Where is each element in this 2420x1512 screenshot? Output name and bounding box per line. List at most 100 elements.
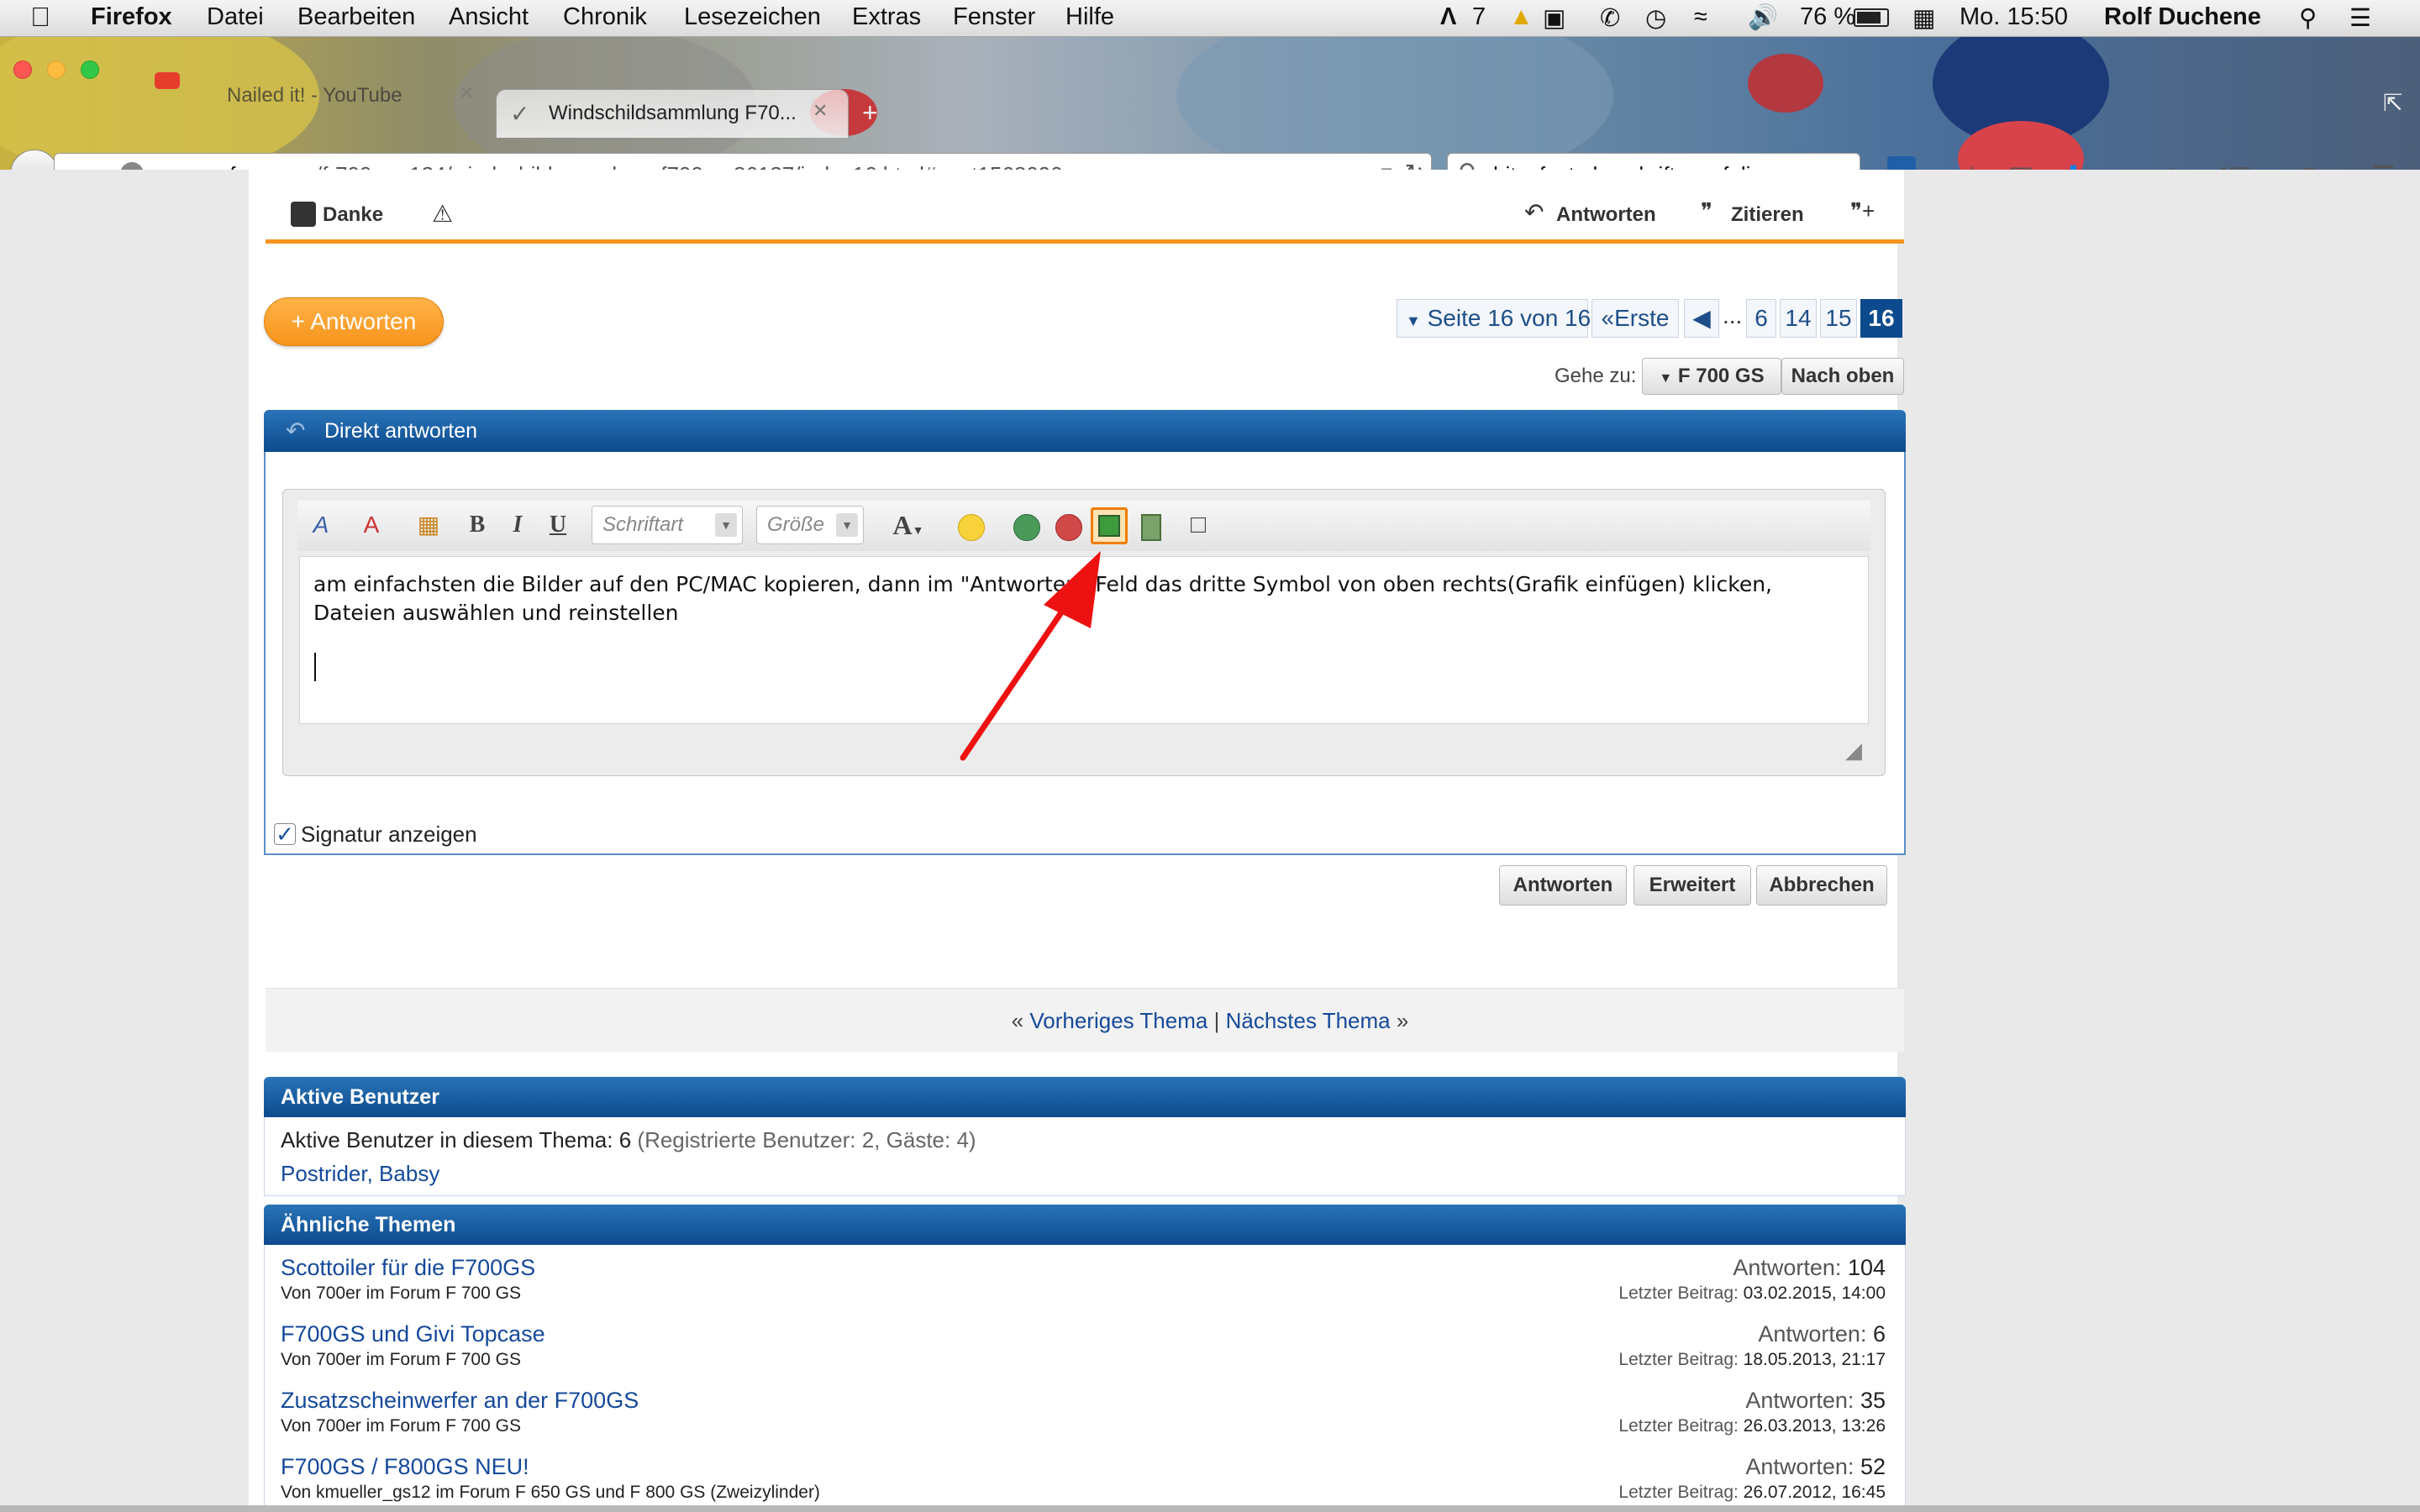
bookmark-star-icon[interactable]: ☆ [1960, 160, 1984, 170]
volume-icon[interactable]: 🔊 [1748, 3, 1778, 32]
insert-video-icon[interactable] [1141, 514, 1161, 541]
quote-icon[interactable]: □ [1181, 507, 1215, 543]
search-go-icon[interactable]: → [1828, 159, 1851, 170]
dropdown-arrow-icon: ▼ [1406, 312, 1421, 329]
font-size-select[interactable]: Größe ▼ [756, 506, 864, 544]
sync-icon[interactable]: ◉ [2297, 160, 2321, 170]
tab-overflow-icon[interactable]: ⇱ [2383, 89, 2402, 117]
remove-format-icon[interactable]: A [304, 507, 338, 543]
adobe-icon[interactable]: Λ [1440, 3, 1456, 31]
active-users-line: Aktive Benutzer in diesem Thema: 6 (Regi… [281, 1127, 976, 1153]
paste-icon[interactable]: ▦ [412, 507, 445, 543]
tab-label: Windschildsammlung F70... [549, 102, 797, 124]
minimize-window-button[interactable] [47, 60, 66, 79]
similar-thread-title[interactable]: Scottoiler für die F700GS [281, 1255, 535, 1281]
menu-chronik[interactable]: Chronik [563, 3, 647, 31]
menu-bearbeiten[interactable]: Bearbeiten [297, 3, 415, 31]
resize-handle-icon[interactable]: ◢ [1845, 738, 1862, 764]
display-icon[interactable]: ▣ [1543, 3, 1565, 33]
post-action-bar: Danke ⚠ ↶ Antworten ❞ Zitieren ❞+ [266, 170, 1904, 244]
tab-active-forum[interactable]: ✓ Windschildsammlung F70... ✕ [496, 89, 849, 138]
last-post-date: 18.05.2013, 21:17 [1743, 1350, 1886, 1369]
post-reply-button[interactable]: Antworten [1556, 203, 1656, 227]
goto-forum-select[interactable]: ▼ F 700 GS [1642, 358, 1781, 395]
send-icon[interactable]: ➤ [2168, 160, 2191, 170]
zoom-window-button[interactable] [81, 60, 99, 79]
page-link[interactable]: 14 [1780, 299, 1817, 338]
prev-page-icon[interactable]: ◀ [1684, 299, 1719, 338]
next-thread-link[interactable]: Nächstes Thema [1226, 1008, 1391, 1033]
notification-center-icon[interactable]: ☰ [2349, 3, 2371, 33]
user-name[interactable]: Rolf Duchene [2104, 3, 2261, 31]
similar-thread-title[interactable]: F700GS und Givi Topcase [281, 1321, 545, 1347]
clock[interactable]: Mo. 15:50 [1960, 3, 2068, 31]
answers-label: Antworten: [1733, 1255, 1842, 1280]
url-dropdown-icon[interactable]: ▼ [1377, 162, 1396, 170]
back-to-top-button[interactable]: Nach oben [1781, 358, 1904, 395]
time-machine-icon[interactable]: ◷ [1645, 3, 1666, 33]
report-icon[interactable]: ⚠ [432, 200, 453, 228]
adobe-extension-icon[interactable] [1887, 156, 1916, 170]
notification-icon[interactable]: ▲ [1509, 3, 1534, 31]
menu-datei[interactable]: Datei [207, 3, 264, 31]
menu-lesezeichen[interactable]: Lesezeichen [684, 3, 821, 31]
apple-icon[interactable]:  [30, 2, 50, 33]
menu-extras[interactable]: Extras [852, 3, 921, 31]
size-placeholder: Größe [767, 513, 825, 536]
page-link[interactable]: 15 [1820, 299, 1857, 338]
clear-format-icon[interactable]: A [355, 507, 388, 543]
similar-thread-sub: Von 700er im Forum F 700 GS [281, 1350, 521, 1369]
prev-thread-link[interactable]: Vorheriges Thema [1029, 1008, 1207, 1033]
font-family-select[interactable]: Schriftart ▼ [592, 506, 743, 544]
bold-icon[interactable]: B [462, 507, 492, 543]
font-color-icon[interactable]: A▼ [882, 507, 934, 543]
menu-ansicht[interactable]: Ansicht [449, 3, 529, 31]
new-reply-button[interactable]: + Antworten [264, 297, 444, 346]
active-user-names[interactable]: Postrider, Babsy [281, 1161, 439, 1187]
close-tab-icon[interactable]: ✕ [813, 100, 828, 122]
app-menu[interactable]: Firefox [91, 3, 172, 31]
first-page-link[interactable]: «Erste [1591, 299, 1679, 338]
italic-icon[interactable]: I [502, 507, 533, 543]
forum-favicon-icon: ✓ [510, 101, 530, 127]
wifi-icon[interactable]: ≈ [1694, 3, 1707, 31]
submit-reply-button[interactable]: Antworten [1499, 865, 1627, 906]
calendar-icon[interactable]: ▦ [1912, 3, 1935, 33]
url-bar[interactable]: www.gs-forum.eu/f-700-gs-134/windschilds… [54, 153, 1432, 170]
menu-fenster[interactable]: Fenster [953, 3, 1035, 31]
bookmarks-list-icon[interactable]: ▤ [2008, 160, 2033, 170]
page-link[interactable]: 6 [1746, 299, 1776, 338]
spotlight-icon[interactable]: ⚲ [2299, 3, 2317, 33]
active-users-header: Aktive Benutzer [264, 1077, 1906, 1117]
downloads-icon[interactable]: ⬇ [2062, 160, 2085, 170]
url-path: /f-700-gs-134/windschildsammlung-f700gs-… [316, 162, 1063, 170]
search-bar[interactable]: ⚲ hitzefeste beschriftungsfolie → [1447, 153, 1860, 170]
last-post-label: Letzter Beitrag: [1618, 1483, 1739, 1502]
page-selector[interactable]: ▼ Seite 16 von 16 [1397, 299, 1591, 338]
underline-icon[interactable]: U [543, 507, 573, 543]
theme-blob [1176, 37, 1613, 170]
last-post-date: 26.07.2012, 16:45 [1743, 1483, 1886, 1502]
close-tab-icon[interactable]: ✕ [459, 82, 474, 104]
advanced-editor-button[interactable]: Erweitert [1634, 865, 1751, 906]
quote-button[interactable]: Zitieren [1731, 203, 1804, 227]
signature-checkbox[interactable]: ✓ [274, 823, 296, 845]
similar-thread-title[interactable]: Zusatzscheinwerfer an der F700GS [281, 1388, 639, 1414]
phone-icon[interactable]: ✆ [1600, 3, 1620, 33]
search-icon: ⚲ [1458, 159, 1476, 170]
battery-icon[interactable] [1854, 8, 1889, 27]
new-tab-icon[interactable]: + [862, 97, 878, 129]
similar-thread-title[interactable]: F700GS / F800GS NEU! [281, 1454, 529, 1480]
cancel-button[interactable]: Abbrechen [1756, 865, 1887, 906]
menu-hilfe[interactable]: Hilfe [1065, 3, 1114, 31]
menu-icon[interactable]: ☰ [2371, 160, 2396, 170]
double-left-icon: « [1601, 305, 1615, 331]
home-icon[interactable]: ⌂ [2116, 160, 2132, 170]
thanks-button[interactable]: Danke [323, 203, 383, 227]
close-window-button[interactable] [13, 60, 32, 79]
dropdown-arrow-icon: ▼ [1659, 371, 1673, 386]
multiquote-icon[interactable]: ❞+ [1850, 198, 1875, 224]
reload-icon[interactable]: ↻ [1405, 159, 1424, 170]
tab-youtube[interactable]: Nailed it! - YouTube ✕ [126, 54, 496, 107]
quick-reply-header: ↶ Direkt antworten [264, 410, 1906, 452]
